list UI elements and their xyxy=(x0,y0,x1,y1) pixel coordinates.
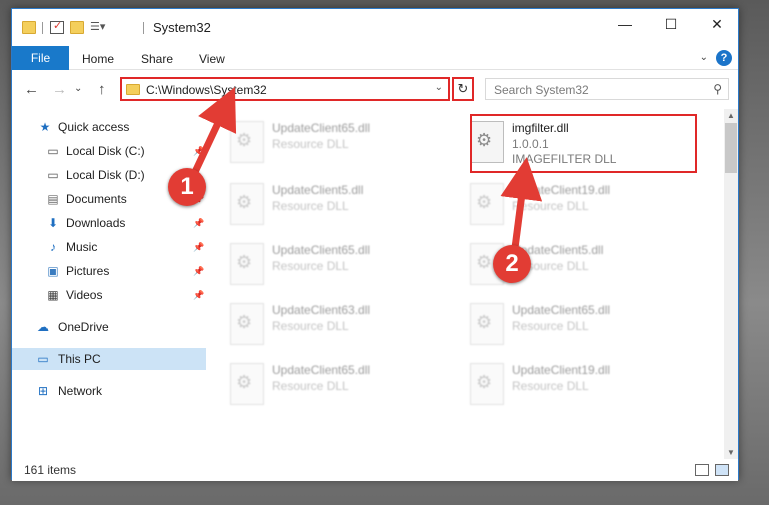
callout-arrows xyxy=(191,86,543,249)
arrow-2 xyxy=(500,157,543,249)
callout-2: 2 xyxy=(493,245,531,283)
arrow-1 xyxy=(191,86,237,174)
callout-1: 1 xyxy=(168,168,206,206)
